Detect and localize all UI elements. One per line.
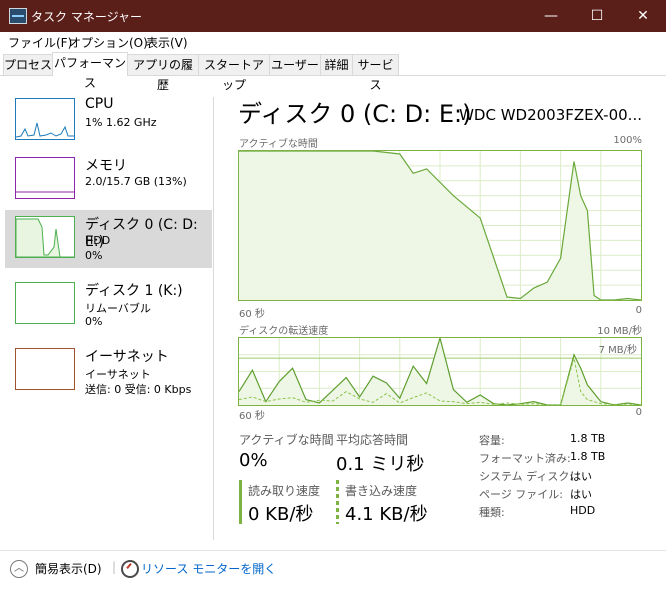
tab-startup[interactable]: スタートアップ (198, 54, 270, 92)
graph2-max: 10 MB/秒 (597, 326, 642, 337)
menu-bar: ファイル(F) オプション(O) 表示(V) (0, 32, 666, 52)
resource-monitor-icon[interactable] (121, 560, 139, 578)
active-time-graph (238, 150, 642, 301)
type-label: 種類: (479, 506, 505, 519)
tab-users[interactable]: ユーザー (269, 54, 321, 75)
close-button[interactable]: ✕ (620, 0, 666, 32)
response-time-value: 0.1 ミリ秒 (336, 454, 425, 475)
read-speed-indicator (239, 480, 242, 524)
maximize-button[interactable]: ☐ (574, 0, 620, 32)
type-value: HDD (570, 504, 596, 517)
sidebar-item-subtitle: 2.0/15.7 GB (13%) (85, 175, 187, 188)
sidebar-item-usage: 0% (85, 249, 103, 262)
formatted-value: 1.8 TB (570, 450, 606, 463)
window-title: タスク マネージャー (31, 10, 142, 24)
transfer-rate-graph: 7 MB/秒 (238, 337, 642, 406)
open-resource-monitor-link[interactable]: リソース モニターを開く (141, 560, 276, 577)
graph2-marker-label: 7 MB/秒 (598, 345, 637, 356)
sidebar-item-subtitle: HDD (85, 234, 111, 247)
active-time-chart (239, 151, 641, 300)
formatted-label: フォーマット済み: (479, 452, 571, 465)
tab-details[interactable]: 詳細 (320, 54, 353, 75)
sidebar-item-title: メモリ (85, 158, 127, 174)
read-speed-label: 読み取り速度 (248, 484, 321, 498)
minimize-button[interactable]: — (528, 0, 574, 32)
sidebar-item-subtitle: イーサネット (85, 368, 151, 381)
response-time-label: 平均応答時間 (336, 433, 409, 447)
footer-separator: | (112, 560, 117, 574)
chevron-up-icon[interactable]: ︿ (10, 560, 28, 578)
menu-view[interactable]: 表示(V) (146, 34, 188, 51)
system-disk-value: はい (570, 470, 592, 483)
graph1-max: 100% (613, 135, 642, 146)
menu-options[interactable]: オプション(O) (69, 34, 148, 51)
disk0-thumbnail (15, 216, 75, 258)
sidebar-item-cpu[interactable]: CPU 1% 1.62 GHz (5, 92, 212, 150)
page-file-label: ページ ファイル: (479, 488, 563, 501)
task-manager-icon (9, 8, 27, 24)
sidebar-item-subtitle: 1% 1.62 GHz (85, 116, 157, 129)
graph2-label: ディスクの転送速度 (239, 326, 329, 337)
sidebar-item-disk0[interactable]: ディスク 0 (C: D: E:) HDD 0% (5, 210, 212, 268)
write-speed-indicator (336, 480, 339, 524)
system-disk-label: システム ディスク: (479, 470, 574, 483)
capacity-label: 容量: (479, 434, 505, 447)
tab-services[interactable]: サービス (352, 54, 399, 92)
cpu-thumbnail (15, 98, 75, 140)
disk-model: WDC WD2003FZEX-00... (459, 106, 642, 124)
sidebar-item-memory[interactable]: メモリ 2.0/15.7 GB (13%) (5, 151, 212, 209)
write-speed-label: 書き込み速度 (345, 484, 418, 498)
tab-strip: プロセス パフォーマンス アプリの履歴 スタートアップ ユーザー 詳細 サービス (0, 52, 666, 92)
sidebar-item-ethernet[interactable]: イーサネット イーサネット 送信: 0 受信: 0 Kbps (5, 342, 212, 400)
graph2-xaxis-left: 60 秒 (239, 411, 265, 422)
sidebar-item-subtitle: リムーバブル (85, 302, 151, 315)
page-title: ディスク 0 (C: D: E:) (238, 100, 472, 128)
menu-file[interactable]: ファイル(F) (8, 34, 72, 51)
sidebar-item-title: イーサネット (85, 349, 169, 365)
resource-sidebar: CPU 1% 1.62 GHz メモリ 2.0/15.7 GB (13%) ディ… (0, 76, 214, 540)
graph1-xaxis-right: 0 (635, 305, 642, 316)
ethernet-thumbnail (15, 348, 75, 390)
sidebar-item-usage: 0% (85, 315, 103, 328)
capacity-value: 1.8 TB (570, 432, 606, 445)
graph1-xaxis-left: 60 秒 (239, 309, 265, 320)
footer: ︿ 簡易表示(D) | リソース モニターを開く (0, 550, 666, 594)
read-speed-value: 0 KB/秒 (248, 504, 314, 525)
title-bar: タスク マネージャー — ☐ ✕ (0, 0, 666, 32)
active-time-label: アクティブな時間 (239, 433, 334, 447)
memory-thumbnail (15, 157, 75, 199)
tab-processes[interactable]: プロセス (3, 54, 53, 75)
page-file-value: はい (570, 488, 592, 501)
transfer-rate-chart (239, 338, 641, 405)
write-speed-value: 4.1 KB/秒 (345, 504, 428, 525)
disk-detail-panel: ディスク 0 (C: D: E:) WDC WD2003FZEX-00... ア… (214, 76, 666, 540)
fewer-details-link[interactable]: 簡易表示(D) (35, 560, 102, 577)
sidebar-item-usage: 送信: 0 受信: 0 Kbps (85, 383, 192, 396)
tab-performance[interactable]: パフォーマンス (52, 52, 128, 90)
graph1-label: アクティブな時間 (239, 139, 318, 150)
disk1-thumbnail (15, 282, 75, 324)
tab-app-history[interactable]: アプリの履歴 (127, 54, 199, 92)
active-time-value: 0% (239, 450, 268, 471)
sidebar-item-title: ディスク 1 (K:) (85, 283, 183, 299)
graph2-xaxis-right: 0 (635, 407, 642, 418)
sidebar-item-disk1[interactable]: ディスク 1 (K:) リムーバブル 0% (5, 276, 212, 334)
sidebar-item-title: CPU (85, 96, 114, 112)
